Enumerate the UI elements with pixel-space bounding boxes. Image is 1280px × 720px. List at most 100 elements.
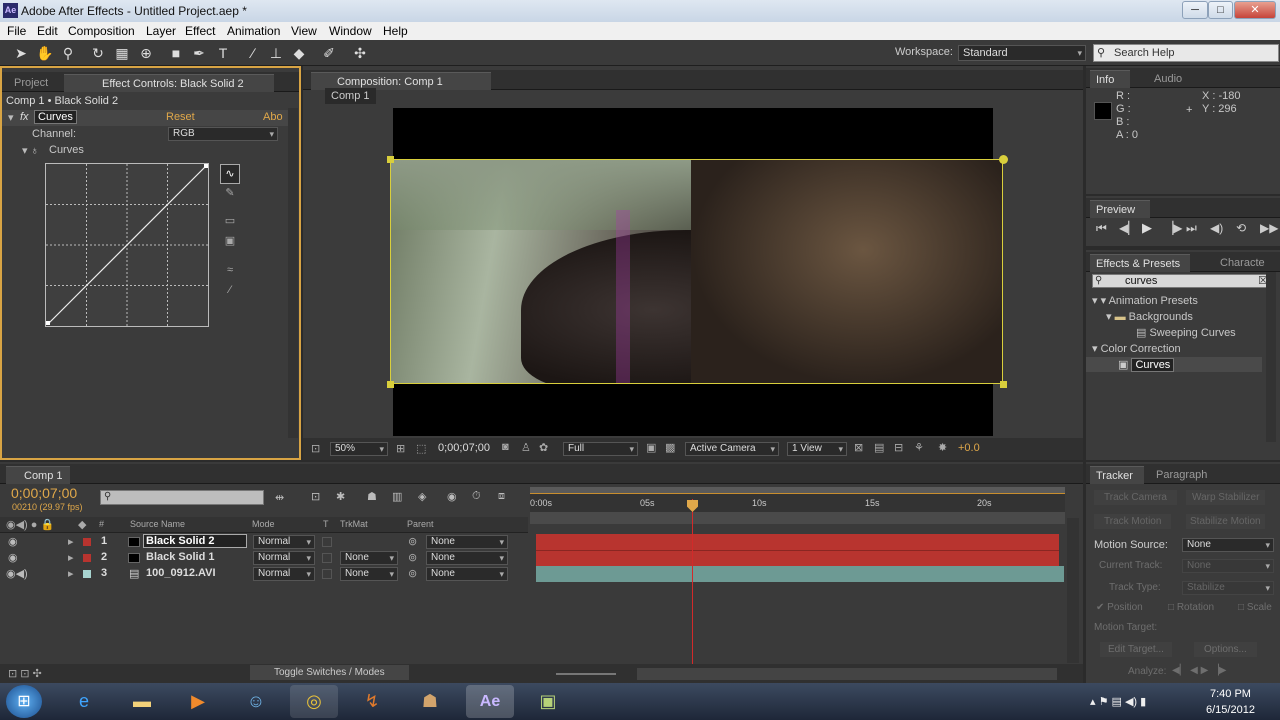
reset-curve-icon[interactable]: ⁄	[220, 284, 240, 304]
effects-search-input[interactable]: ⚲ curves ☒	[1092, 274, 1272, 288]
preserve-transparency-checkbox[interactable]	[322, 569, 332, 579]
resolution-select[interactable]: Full	[563, 442, 638, 456]
show-snapshot-icon[interactable]: ♙	[521, 441, 531, 454]
save-icon[interactable]: ▣	[220, 234, 240, 254]
menu-animation[interactable]: Animation	[227, 24, 280, 38]
tab-preview[interactable]: Preview	[1090, 200, 1150, 218]
curves-graph[interactable]	[45, 163, 209, 327]
clock-date[interactable]: 6/15/2012	[1206, 704, 1255, 716]
flowchart-icon[interactable]: ⚘	[914, 441, 924, 454]
handle-tl[interactable]	[387, 156, 394, 163]
roto-brush-tool-icon[interactable]: ✐	[319, 43, 339, 63]
tab-paragraph[interactable]: Paragraph	[1150, 466, 1213, 484]
curves-effect-row[interactable]: ▾ fx Curves Reset Abo	[2, 110, 288, 126]
time-ruler[interactable]: 0:00s 05s 10s 15s 20s	[530, 487, 1065, 524]
safe-zones-icon[interactable]: ⊞	[396, 442, 405, 455]
eraser-tool-icon[interactable]: ◆	[289, 43, 309, 63]
tab-info[interactable]: Info	[1090, 70, 1130, 88]
track-type-select[interactable]: Stabilize	[1182, 581, 1274, 595]
tab-audio[interactable]: Audio	[1148, 70, 1188, 88]
after-effects-taskbar-icon[interactable]: Ae	[466, 685, 514, 718]
preserve-transparency-checkbox[interactable]	[322, 537, 332, 547]
hide-shy-icon[interactable]: ☗	[367, 490, 377, 503]
smooth-icon[interactable]: ≈	[220, 264, 240, 284]
app-icon[interactable]: ↯	[348, 685, 396, 718]
fx-icon[interactable]: fx	[20, 111, 29, 123]
trkmat-select[interactable]: None	[340, 567, 398, 581]
layer-mode-select[interactable]: Normal	[253, 535, 315, 549]
eye-audio-icon[interactable]: ◉◀)	[6, 567, 28, 580]
expand-triangle-icon[interactable]: ▸	[68, 551, 74, 564]
video-frame[interactable]	[390, 159, 1003, 384]
tab-timeline-comp[interactable]: Comp 1	[6, 466, 70, 484]
close-button[interactable]: ✕	[1234, 1, 1276, 19]
layer-row[interactable]: ◉ ▸ 2 Black Solid 1 Normal None ⊚ None	[0, 550, 528, 566]
stabilize-motion-button[interactable]: Stabilize Motion	[1186, 514, 1265, 529]
menu-file[interactable]: File	[7, 24, 26, 38]
game-icon[interactable]: ☗	[406, 685, 454, 718]
video-icon[interactable]: ▣	[524, 685, 572, 718]
track-camera-button[interactable]: Track Camera	[1094, 490, 1177, 505]
camera-tool-icon[interactable]: ▦	[112, 43, 132, 63]
tray-icons[interactable]: ▴ ⚑ ▤ ◀) ▮	[1090, 695, 1146, 708]
layer-name[interactable]: Black Solid 2	[143, 534, 247, 548]
timeline-search-input[interactable]: ⚲	[100, 490, 264, 505]
analyze-buttons[interactable]: ◀▏ ◀ ▶ ▕▶	[1172, 665, 1226, 676]
handle-bl[interactable]	[387, 381, 394, 388]
tab-tracker[interactable]: Tracker	[1090, 466, 1144, 484]
brush-tool-icon[interactable]: ∕	[243, 43, 263, 63]
comp-mini-flowchart-icon[interactable]: ⇹	[275, 491, 284, 504]
trkmat-select[interactable]: None	[340, 551, 398, 565]
current-time[interactable]: 0;00;07;00	[438, 442, 490, 454]
footer-icons[interactable]: ⊡ ⊡ ✣	[8, 667, 42, 680]
zoom-tool-icon[interactable]: ⚲	[58, 43, 78, 63]
audio-icon[interactable]: ◀)	[1210, 221, 1223, 235]
timeline-nav-bar[interactable]	[530, 512, 1065, 524]
maximize-button[interactable]: □	[1208, 1, 1233, 19]
timeline-icon[interactable]: ⊟	[894, 441, 903, 454]
expand-triangle-icon[interactable]: ▸	[68, 567, 74, 580]
tab-effects-presets[interactable]: Effects & Presets	[1090, 254, 1190, 272]
search-help-field[interactable]: ⚲ Search Help	[1093, 44, 1279, 62]
exposure-icon[interactable]: ✸	[938, 441, 947, 454]
menu-layer[interactable]: Layer	[146, 24, 176, 38]
last-frame-icon[interactable]: ⏭	[1186, 221, 1197, 236]
brainstorm-icon[interactable]: ◉	[447, 490, 457, 503]
menu-view[interactable]: View	[291, 24, 317, 38]
handle-tr[interactable]	[999, 155, 1008, 164]
camera-select[interactable]: Active Camera	[685, 442, 779, 456]
zoom-slider[interactable]	[556, 673, 616, 675]
layer-bar[interactable]	[536, 534, 1059, 550]
warp-stabilizer-button[interactable]: Warp Stabilizer	[1186, 490, 1266, 505]
always-preview-icon[interactable]: ⊡	[311, 442, 320, 455]
pencil-tool-icon[interactable]: ✎	[220, 186, 240, 206]
comp-subtab[interactable]: Comp 1	[325, 88, 376, 104]
auto-keyframe-icon[interactable]: ⏱	[472, 490, 481, 503]
handle-br[interactable]	[1000, 381, 1007, 388]
toggle-pixel-aspect-icon[interactable]: ⊠	[854, 441, 863, 454]
frame-blending-icon[interactable]: ▥	[392, 490, 402, 503]
tree-backgrounds[interactable]: ▾ ▬ Backgrounds	[1106, 310, 1193, 323]
tree-color-correction[interactable]: ▾ Color Correction	[1092, 342, 1181, 355]
tab-character[interactable]: Characte	[1214, 254, 1271, 272]
menu-edit[interactable]: Edit	[37, 24, 58, 38]
effects-scrollbar[interactable]	[1266, 272, 1276, 442]
toggle-switches-button[interactable]: Toggle Switches / Modes	[250, 665, 409, 680]
play-icon[interactable]: ▶	[1142, 220, 1152, 236]
tree-animation-presets[interactable]: ▾ ▾ Animation Presets	[1092, 294, 1198, 307]
menu-composition[interactable]: Composition	[68, 24, 135, 38]
graph-editor-icon[interactable]: ⧈	[498, 490, 505, 503]
internet-explorer-icon[interactable]: e	[60, 685, 108, 718]
parent-select[interactable]: None	[426, 567, 508, 581]
pen-tool-icon[interactable]: ✒	[189, 43, 209, 63]
fast-previews-icon[interactable]: ▤	[874, 441, 884, 454]
menu-help[interactable]: Help	[383, 24, 408, 38]
pickwhip-icon[interactable]: ⊚	[408, 535, 417, 548]
layer-name[interactable]: Black Solid 1	[146, 551, 214, 563]
timeline-scrollbar[interactable]	[1067, 518, 1079, 663]
label-color[interactable]	[83, 538, 91, 546]
loop-icon[interactable]: ⟲	[1236, 221, 1246, 235]
timeline-timecode[interactable]: 0;00;07;00	[11, 485, 77, 501]
minimize-button[interactable]: ─	[1182, 1, 1208, 19]
ram-preview-icon[interactable]: ▶▶	[1260, 221, 1278, 235]
